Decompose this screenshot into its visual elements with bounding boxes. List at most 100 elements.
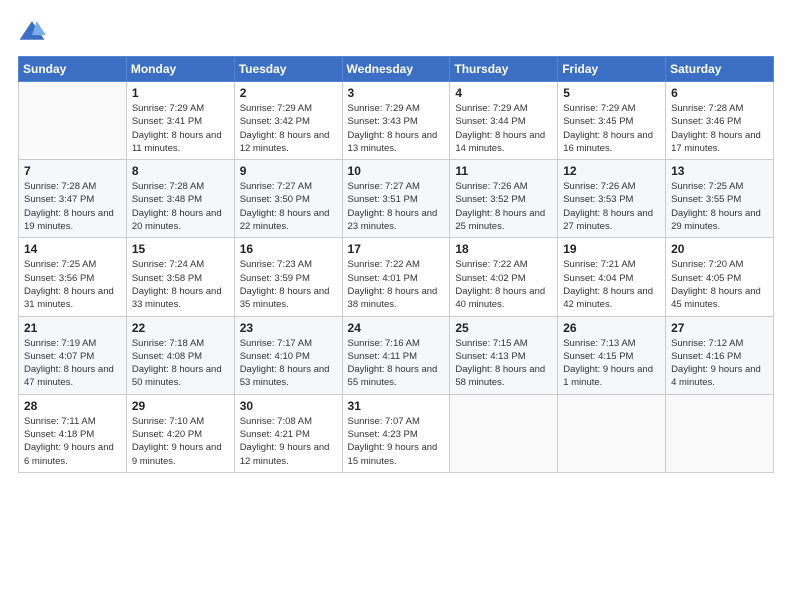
day-info: Sunrise: 7:23 AMSunset: 3:59 PMDaylight:… — [240, 258, 337, 311]
calendar-cell — [558, 394, 666, 472]
calendar-cell: 12 Sunrise: 7:26 AMSunset: 3:53 PMDayligh… — [558, 160, 666, 238]
logo-icon — [18, 18, 46, 46]
calendar-cell — [666, 394, 774, 472]
day-number: 21 — [24, 321, 121, 335]
calendar-cell — [450, 394, 558, 472]
weekday-wednesday: Wednesday — [342, 57, 450, 82]
day-info: Sunrise: 7:28 AMSunset: 3:47 PMDaylight:… — [24, 180, 121, 233]
week-row-4: 21Sunrise: 7:19 AMSunset: 4:07 PMDayligh… — [19, 316, 774, 394]
day-info: Sunrise: 7:17 AMSunset: 4:10 PMDaylight:… — [240, 337, 337, 390]
calendar-cell: 26 Sunrise: 7:13 AMSunset: 4:15 PMDayligh… — [558, 316, 666, 394]
day-info: Sunrise: 7:13 AMSunset: 4:15 PMDaylight:… — [563, 337, 660, 390]
day-number: 7 — [24, 164, 121, 178]
day-number: 29 — [132, 399, 229, 413]
day-info: Sunrise: 7:27 AMSunset: 3:50 PMDaylight:… — [240, 180, 337, 233]
day-number: 10 — [348, 164, 445, 178]
calendar-cell: 7 Sunrise: 7:28 AMSunset: 3:47 PMDaylight… — [19, 160, 127, 238]
day-info: Sunrise: 7:18 AMSunset: 4:08 PMDaylight:… — [132, 337, 229, 390]
calendar-cell: 18 Sunrise: 7:22 AMSunset: 4:02 PMDayligh… — [450, 238, 558, 316]
calendar-cell: 11 Sunrise: 7:26 AMSunset: 3:52 PMDayligh… — [450, 160, 558, 238]
day-number: 8 — [132, 164, 229, 178]
day-info: Sunrise: 7:29 AMSunset: 3:41 PMDaylight:… — [132, 102, 229, 155]
day-number: 11 — [455, 164, 552, 178]
calendar-cell: 16Sunrise: 7:23 AMSunset: 3:59 PMDayligh… — [234, 238, 342, 316]
day-info: Sunrise: 7:28 AMSunset: 3:48 PMDaylight:… — [132, 180, 229, 233]
weekday-header-row: SundayMondayTuesdayWednesdayThursdayFrid… — [19, 57, 774, 82]
calendar-cell: 10 Sunrise: 7:27 AMSunset: 3:51 PMDayligh… — [342, 160, 450, 238]
day-number: 20 — [671, 242, 768, 256]
logo — [18, 18, 50, 46]
day-info: Sunrise: 7:20 AMSunset: 4:05 PMDaylight:… — [671, 258, 768, 311]
calendar-cell: 22 Sunrise: 7:18 AMSunset: 4:08 PMDayligh… — [126, 316, 234, 394]
calendar-cell: 2 Sunrise: 7:29 AMSunset: 3:42 PMDaylight… — [234, 82, 342, 160]
day-info: Sunrise: 7:25 AMSunset: 3:55 PMDaylight:… — [671, 180, 768, 233]
day-info: Sunrise: 7:08 AMSunset: 4:21 PMDaylight:… — [240, 415, 337, 468]
calendar: SundayMondayTuesdayWednesdayThursdayFrid… — [18, 56, 774, 473]
weekday-friday: Friday — [558, 57, 666, 82]
day-info: Sunrise: 7:22 AMSunset: 4:01 PMDaylight:… — [348, 258, 445, 311]
day-info: Sunrise: 7:29 AMSunset: 3:43 PMDaylight:… — [348, 102, 445, 155]
calendar-cell: 20 Sunrise: 7:20 AMSunset: 4:05 PMDayligh… — [666, 238, 774, 316]
day-number: 9 — [240, 164, 337, 178]
day-number: 3 — [348, 86, 445, 100]
day-number: 25 — [455, 321, 552, 335]
day-number: 13 — [671, 164, 768, 178]
day-info: Sunrise: 7:29 AMSunset: 3:45 PMDaylight:… — [563, 102, 660, 155]
calendar-cell: 25 Sunrise: 7:15 AMSunset: 4:13 PMDayligh… — [450, 316, 558, 394]
day-number: 27 — [671, 321, 768, 335]
day-number: 4 — [455, 86, 552, 100]
day-info: Sunrise: 7:27 AMSunset: 3:51 PMDaylight:… — [348, 180, 445, 233]
week-row-1: 1Sunrise: 7:29 AMSunset: 3:41 PMDaylight… — [19, 82, 774, 160]
calendar-cell: 21Sunrise: 7:19 AMSunset: 4:07 PMDayligh… — [19, 316, 127, 394]
day-number: 22 — [132, 321, 229, 335]
day-info: Sunrise: 7:25 AMSunset: 3:56 PMDaylight:… — [24, 258, 121, 311]
day-info: Sunrise: 7:29 AMSunset: 3:42 PMDaylight:… — [240, 102, 337, 155]
day-number: 28 — [24, 399, 121, 413]
day-info: Sunrise: 7:11 AMSunset: 4:18 PMDaylight:… — [24, 415, 121, 468]
calendar-cell: 28 Sunrise: 7:11 AMSunset: 4:18 PMDayligh… — [19, 394, 127, 472]
calendar-cell: 17 Sunrise: 7:22 AMSunset: 4:01 PMDayligh… — [342, 238, 450, 316]
calendar-cell: 30Sunrise: 7:08 AMSunset: 4:21 PMDayligh… — [234, 394, 342, 472]
calendar-cell: 14 Sunrise: 7:25 AMSunset: 3:56 PMDayligh… — [19, 238, 127, 316]
day-number: 19 — [563, 242, 660, 256]
day-number: 15 — [132, 242, 229, 256]
weekday-saturday: Saturday — [666, 57, 774, 82]
day-info: Sunrise: 7:21 AMSunset: 4:04 PMDaylight:… — [563, 258, 660, 311]
day-info: Sunrise: 7:16 AMSunset: 4:11 PMDaylight:… — [348, 337, 445, 390]
day-number: 2 — [240, 86, 337, 100]
day-info: Sunrise: 7:07 AMSunset: 4:23 PMDaylight:… — [348, 415, 445, 468]
calendar-cell: 15Sunrise: 7:24 AMSunset: 3:58 PMDayligh… — [126, 238, 234, 316]
day-number: 26 — [563, 321, 660, 335]
page: SundayMondayTuesdayWednesdayThursdayFrid… — [0, 0, 792, 612]
day-info: Sunrise: 7:26 AMSunset: 3:52 PMDaylight:… — [455, 180, 552, 233]
calendar-cell: 31 Sunrise: 7:07 AMSunset: 4:23 PMDayligh… — [342, 394, 450, 472]
day-info: Sunrise: 7:15 AMSunset: 4:13 PMDaylight:… — [455, 337, 552, 390]
calendar-cell: 23 Sunrise: 7:17 AMSunset: 4:10 PMDayligh… — [234, 316, 342, 394]
calendar-cell: 1Sunrise: 7:29 AMSunset: 3:41 PMDaylight… — [126, 82, 234, 160]
calendar-cell: 5 Sunrise: 7:29 AMSunset: 3:45 PMDaylight… — [558, 82, 666, 160]
weekday-tuesday: Tuesday — [234, 57, 342, 82]
calendar-cell: 4Sunrise: 7:29 AMSunset: 3:44 PMDaylight… — [450, 82, 558, 160]
calendar-cell: 19 Sunrise: 7:21 AMSunset: 4:04 PMDayligh… — [558, 238, 666, 316]
weekday-thursday: Thursday — [450, 57, 558, 82]
day-number: 17 — [348, 242, 445, 256]
day-info: Sunrise: 7:26 AMSunset: 3:53 PMDaylight:… — [563, 180, 660, 233]
calendar-cell: 13 Sunrise: 7:25 AMSunset: 3:55 PMDayligh… — [666, 160, 774, 238]
calendar-cell: 29Sunrise: 7:10 AMSunset: 4:20 PMDayligh… — [126, 394, 234, 472]
weekday-sunday: Sunday — [19, 57, 127, 82]
day-number: 5 — [563, 86, 660, 100]
day-number: 24 — [348, 321, 445, 335]
day-number: 18 — [455, 242, 552, 256]
calendar-cell: 6Sunrise: 7:28 AMSunset: 3:46 PMDaylight… — [666, 82, 774, 160]
calendar-cell: 24 Sunrise: 7:16 AMSunset: 4:11 PMDayligh… — [342, 316, 450, 394]
day-info: Sunrise: 7:22 AMSunset: 4:02 PMDaylight:… — [455, 258, 552, 311]
day-number: 31 — [348, 399, 445, 413]
day-number: 23 — [240, 321, 337, 335]
day-info: Sunrise: 7:12 AMSunset: 4:16 PMDaylight:… — [671, 337, 768, 390]
week-row-5: 28 Sunrise: 7:11 AMSunset: 4:18 PMDayligh… — [19, 394, 774, 472]
day-info: Sunrise: 7:28 AMSunset: 3:46 PMDaylight:… — [671, 102, 768, 155]
calendar-cell — [19, 82, 127, 160]
day-number: 14 — [24, 242, 121, 256]
week-row-2: 7 Sunrise: 7:28 AMSunset: 3:47 PMDaylight… — [19, 160, 774, 238]
day-number: 12 — [563, 164, 660, 178]
